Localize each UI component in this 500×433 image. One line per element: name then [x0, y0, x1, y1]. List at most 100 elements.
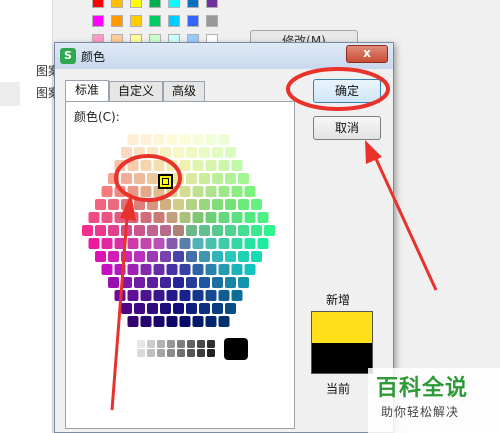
palette-color-cell[interactable] — [173, 251, 184, 262]
selected-color-cell[interactable] — [158, 174, 173, 189]
dialog-titlebar[interactable]: S 颜色 x — [55, 43, 393, 69]
palette-color-cell[interactable] — [153, 238, 165, 249]
palette-color-cell[interactable] — [108, 199, 119, 210]
grayscale-cell[interactable] — [167, 349, 175, 357]
palette-color-cell[interactable] — [186, 277, 197, 288]
grayscale-cell[interactable] — [157, 340, 165, 348]
tab-standard[interactable]: 标准 — [65, 80, 109, 102]
palette-color-cell[interactable] — [179, 238, 191, 249]
palette-color-cell[interactable] — [140, 134, 152, 145]
palette-color-cell[interactable] — [218, 134, 230, 145]
palette-color-cell[interactable] — [166, 238, 178, 249]
palette-color-cell[interactable] — [205, 186, 217, 197]
palette-color-cell[interactable] — [205, 316, 217, 327]
palette-color-cell[interactable] — [205, 264, 217, 275]
palette-color-cell[interactable] — [186, 251, 197, 262]
palette-color-cell[interactable] — [173, 277, 184, 288]
palette-color-cell[interactable] — [238, 199, 249, 210]
palette-color-cell[interactable] — [225, 173, 236, 184]
palette-color-cell[interactable] — [108, 277, 119, 288]
grayscale-cell[interactable] — [177, 349, 185, 357]
palette-color-cell[interactable] — [153, 290, 165, 301]
grayscale-cell[interactable] — [197, 340, 205, 348]
palette-color-cell[interactable] — [212, 303, 223, 314]
palette-color-cell[interactable] — [192, 212, 204, 223]
palette-color-cell[interactable] — [140, 264, 152, 275]
palette-color-cell[interactable] — [186, 147, 197, 158]
grayscale-cell[interactable] — [197, 349, 205, 357]
palette-color-cell[interactable] — [251, 199, 262, 210]
palette-color-cell[interactable] — [218, 316, 230, 327]
palette-color-cell[interactable] — [251, 225, 262, 236]
palette-color-cell[interactable] — [205, 238, 217, 249]
palette-color-cell[interactable] — [212, 251, 223, 262]
palette-color-cell[interactable] — [147, 303, 158, 314]
palette-color-cell[interactable] — [257, 238, 269, 249]
palette-color-cell[interactable] — [199, 173, 210, 184]
palette-color-cell[interactable] — [95, 199, 106, 210]
palette-color-cell[interactable] — [231, 264, 243, 275]
palette-color-cell[interactable] — [121, 251, 132, 262]
palette-color-cell[interactable] — [257, 212, 269, 223]
palette-color-cell[interactable] — [134, 173, 145, 184]
palette-color-cell[interactable] — [166, 316, 178, 327]
palette-color-cell[interactable] — [127, 290, 139, 301]
palette-color-cell[interactable] — [140, 290, 152, 301]
palette-color-cell[interactable] — [147, 251, 158, 262]
palette-color-cell[interactable] — [218, 212, 230, 223]
palette-color-cell[interactable] — [166, 264, 178, 275]
palette-color-cell[interactable] — [114, 212, 126, 223]
palette-color-cell[interactable] — [218, 160, 230, 171]
palette-color-cell[interactable] — [218, 290, 230, 301]
palette-color-cell[interactable] — [212, 277, 223, 288]
palette-color-cell[interactable] — [192, 264, 204, 275]
palette-color-cell[interactable] — [127, 238, 139, 249]
color-palette-hexagon[interactable] — [80, 132, 280, 332]
grayscale-cell[interactable] — [167, 340, 175, 348]
palette-color-cell[interactable] — [147, 147, 158, 158]
palette-color-cell[interactable] — [199, 147, 210, 158]
palette-color-cell[interactable] — [205, 212, 217, 223]
palette-color-cell[interactable] — [218, 186, 230, 197]
palette-color-cell[interactable] — [121, 303, 132, 314]
palette-color-cell[interactable] — [225, 303, 236, 314]
palette-color-cell[interactable] — [212, 199, 223, 210]
black-swatch[interactable] — [224, 338, 248, 360]
palette-color-cell[interactable] — [114, 186, 126, 197]
palette-color-cell[interactable] — [95, 225, 106, 236]
close-button[interactable]: x — [346, 45, 388, 63]
palette-color-cell[interactable] — [264, 225, 275, 236]
palette-color-cell[interactable] — [88, 238, 100, 249]
palette-color-cell[interactable] — [225, 225, 236, 236]
palette-color-cell[interactable] — [173, 303, 184, 314]
palette-color-cell[interactable] — [173, 147, 184, 158]
palette-color-cell[interactable] — [153, 134, 165, 145]
palette-color-cell[interactable] — [160, 199, 171, 210]
palette-color-cell[interactable] — [160, 225, 171, 236]
palette-color-cell[interactable] — [212, 147, 223, 158]
palette-color-cell[interactable] — [108, 251, 119, 262]
palette-color-cell[interactable] — [199, 199, 210, 210]
palette-color-cell[interactable] — [173, 199, 184, 210]
palette-color-cell[interactable] — [218, 264, 230, 275]
palette-color-cell[interactable] — [199, 251, 210, 262]
palette-color-cell[interactable] — [192, 160, 204, 171]
palette-color-cell[interactable] — [134, 225, 145, 236]
palette-color-cell[interactable] — [244, 186, 256, 197]
palette-color-cell[interactable] — [114, 238, 126, 249]
palette-color-cell[interactable] — [140, 238, 152, 249]
palette-color-cell[interactable] — [121, 173, 132, 184]
palette-color-cell[interactable] — [192, 134, 204, 145]
grayscale-cell[interactable] — [137, 340, 145, 348]
palette-color-cell[interactable] — [101, 186, 113, 197]
palette-color-cell[interactable] — [199, 225, 210, 236]
grayscale-cell[interactable] — [187, 340, 195, 348]
palette-color-cell[interactable] — [179, 212, 191, 223]
palette-color-cell[interactable] — [134, 251, 145, 262]
palette-color-cell[interactable] — [186, 199, 197, 210]
palette-color-cell[interactable] — [212, 225, 223, 236]
palette-color-cell[interactable] — [186, 225, 197, 236]
palette-color-cell[interactable] — [238, 173, 249, 184]
palette-color-cell[interactable] — [173, 225, 184, 236]
palette-color-cell[interactable] — [114, 264, 126, 275]
